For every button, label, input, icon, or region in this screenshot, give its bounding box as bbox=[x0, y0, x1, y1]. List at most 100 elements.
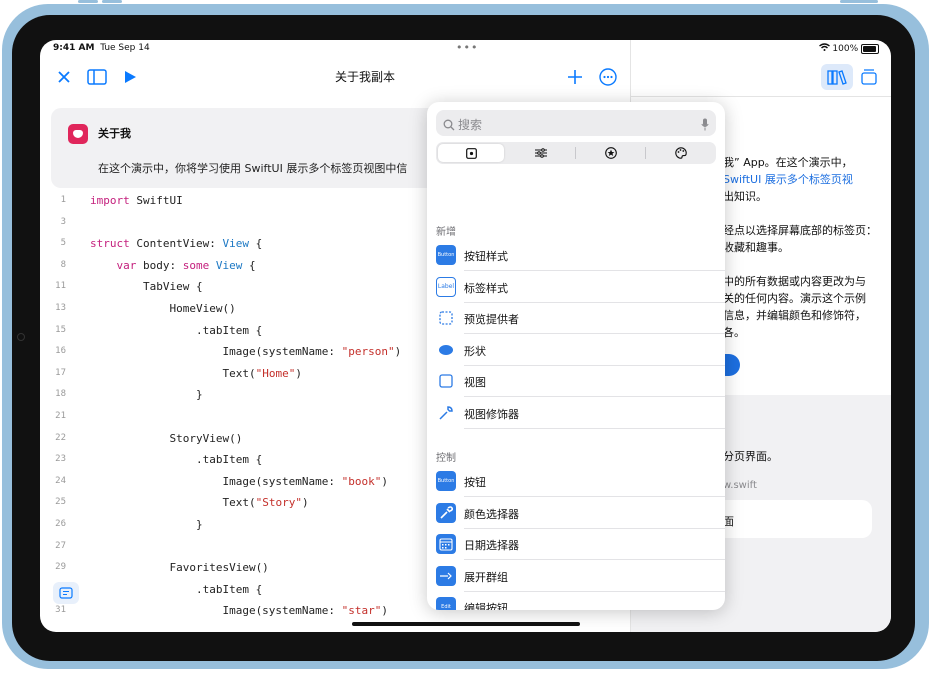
shape-icon bbox=[436, 340, 456, 360]
library-item-label: 形状 bbox=[464, 344, 486, 358]
rp-line: 我” App。在这个演示中， bbox=[723, 156, 853, 169]
code-text: .tabItem { bbox=[90, 453, 263, 467]
library-item-label: 编辑按钮 bbox=[464, 602, 508, 610]
rp-line: 分页界面。 bbox=[723, 450, 778, 463]
line-number: 26 bbox=[55, 519, 66, 529]
library-item[interactable]: 日期选择器 bbox=[427, 529, 725, 561]
rp-line: 出知识。 bbox=[723, 190, 767, 203]
code-text: .tabItem { bbox=[90, 323, 263, 337]
library-item-label: 日期选择器 bbox=[464, 539, 519, 553]
library-item[interactable]: 视图 bbox=[427, 366, 725, 398]
icon-badge-text: Button bbox=[437, 478, 455, 484]
library-item[interactable]: 颜色选择器 bbox=[427, 498, 725, 529]
power-button bbox=[840, 0, 878, 3]
library-item[interactable]: Button 按钮 bbox=[427, 466, 725, 497]
sidebar-toggle-icon[interactable] bbox=[86, 67, 108, 87]
stack-icon[interactable] bbox=[858, 66, 880, 88]
line-number: 15 bbox=[55, 324, 66, 335]
line-number: 23 bbox=[55, 454, 66, 465]
line-number: 29 bbox=[55, 562, 66, 573]
library-item[interactable]: 预览提供者 bbox=[427, 303, 725, 335]
rp-line: 各。 bbox=[723, 326, 745, 339]
code-text: Image(systemName: "star") bbox=[90, 604, 389, 618]
search-placeholder: 搜索 bbox=[458, 118, 483, 132]
line-number: 5 bbox=[60, 238, 66, 249]
code-text: } bbox=[90, 518, 203, 531]
line-number: 24 bbox=[55, 475, 66, 486]
line-number: 17 bbox=[55, 367, 66, 378]
library-item[interactable]: 形状 bbox=[427, 335, 725, 366]
document-title: 关于我副本 bbox=[334, 70, 395, 84]
line-number: 27 bbox=[55, 540, 66, 551]
close-icon[interactable] bbox=[54, 67, 74, 87]
wrench-icon bbox=[436, 403, 456, 423]
status-time: 9:41 AM Tue Sep 14 bbox=[53, 43, 150, 53]
volume-button bbox=[102, 0, 122, 3]
about-text: 在这个演示中，你将学习使用 SwiftUI 展示多个标签页视图中信 bbox=[98, 162, 408, 175]
code-text: Text("Story") bbox=[90, 496, 309, 510]
views-segment-icon[interactable] bbox=[436, 144, 506, 162]
microphone-icon[interactable] bbox=[701, 116, 709, 135]
icon-badge-text: Button bbox=[437, 252, 455, 258]
library-item-label: 视图修饰器 bbox=[464, 408, 519, 421]
more-options-icon[interactable] bbox=[597, 66, 619, 88]
library-item[interactable]: Label 标签样式 bbox=[427, 272, 725, 303]
label-style-icon: Label bbox=[436, 276, 456, 297]
library-popover: 搜索 新增 Button 按钮样式 Label 标签样式预览提供者形状视图视图修饰器 bbox=[427, 102, 725, 610]
category-segmented-control[interactable] bbox=[436, 142, 716, 164]
screen: 9:41 AM Tue Sep 14 ••• 100% 关于我副本 关于我 在这… bbox=[40, 40, 891, 632]
library-item[interactable]: Edit 编辑按钮 bbox=[427, 592, 725, 610]
rp-line: 经点以选择屏幕底部的标签页： bbox=[723, 224, 877, 237]
library-books-icon[interactable] bbox=[821, 64, 853, 90]
search-icon bbox=[443, 116, 455, 135]
preview-provider-icon bbox=[436, 308, 456, 328]
code-text: } bbox=[90, 388, 203, 402]
code-text: import SwiftUI bbox=[90, 194, 183, 207]
document-outline-icon[interactable] bbox=[53, 582, 79, 604]
rp-filename: w.swift bbox=[723, 480, 757, 491]
library-item[interactable]: Button 按钮样式 bbox=[427, 240, 725, 271]
run-play-icon[interactable] bbox=[120, 67, 140, 87]
app-avatar-icon bbox=[68, 124, 88, 144]
code-text: .tabItem { bbox=[90, 582, 263, 596]
line-number: 18 bbox=[55, 389, 66, 400]
view-icon bbox=[436, 371, 456, 391]
code-text: FavoritesView() bbox=[90, 561, 269, 575]
library-item[interactable]: 视图修饰器 bbox=[427, 398, 725, 429]
section-controls-header: 控制 bbox=[436, 453, 456, 464]
favorites-star-icon[interactable] bbox=[576, 144, 646, 162]
color-palette-icon[interactable] bbox=[646, 144, 716, 162]
line-number: 22 bbox=[55, 432, 66, 443]
code-text: StoryView() bbox=[90, 431, 243, 445]
code-text: TabView { bbox=[90, 280, 203, 294]
line-number: 11 bbox=[55, 281, 66, 292]
icon-badge-text: Edit bbox=[441, 604, 451, 610]
add-plus-icon[interactable] bbox=[565, 67, 585, 87]
code-text: Text("Home") bbox=[90, 366, 302, 380]
line-number: 25 bbox=[55, 497, 66, 508]
code-text: var body: some View { bbox=[116, 258, 256, 272]
library-item-label: 视图 bbox=[464, 376, 486, 390]
edit-button-icon: Edit bbox=[436, 597, 456, 610]
battery-percent: 100% bbox=[832, 44, 859, 54]
modifiers-segment-icon[interactable] bbox=[506, 144, 576, 162]
right-pane-divider bbox=[631, 96, 891, 97]
home-indicator[interactable] bbox=[352, 622, 580, 626]
rp-line: 中的所有数据或内容更改为与 bbox=[723, 275, 866, 288]
search-field[interactable]: 搜索 bbox=[436, 110, 716, 136]
library-item-label: 颜色选择器 bbox=[464, 507, 519, 521]
line-number: 8 bbox=[60, 259, 66, 270]
multitasking-icon[interactable]: ••• bbox=[456, 41, 478, 54]
row-separator bbox=[464, 428, 725, 429]
status-right: 100% bbox=[818, 43, 879, 54]
library-item[interactable]: 展开群组 bbox=[427, 561, 725, 592]
rp-line: 信息，并编辑颜色和修饰符， bbox=[723, 309, 866, 322]
button-style-icon: Button bbox=[436, 245, 456, 265]
calendar-icon bbox=[436, 534, 456, 555]
wifi-icon bbox=[818, 43, 833, 54]
library-item-label: 展开群组 bbox=[464, 570, 508, 584]
section-new-header: 新增 bbox=[436, 227, 456, 238]
library-item-label: 预览提供者 bbox=[464, 313, 519, 327]
code-text: Image(systemName: "person") bbox=[90, 345, 402, 359]
line-number: 13 bbox=[55, 303, 66, 313]
